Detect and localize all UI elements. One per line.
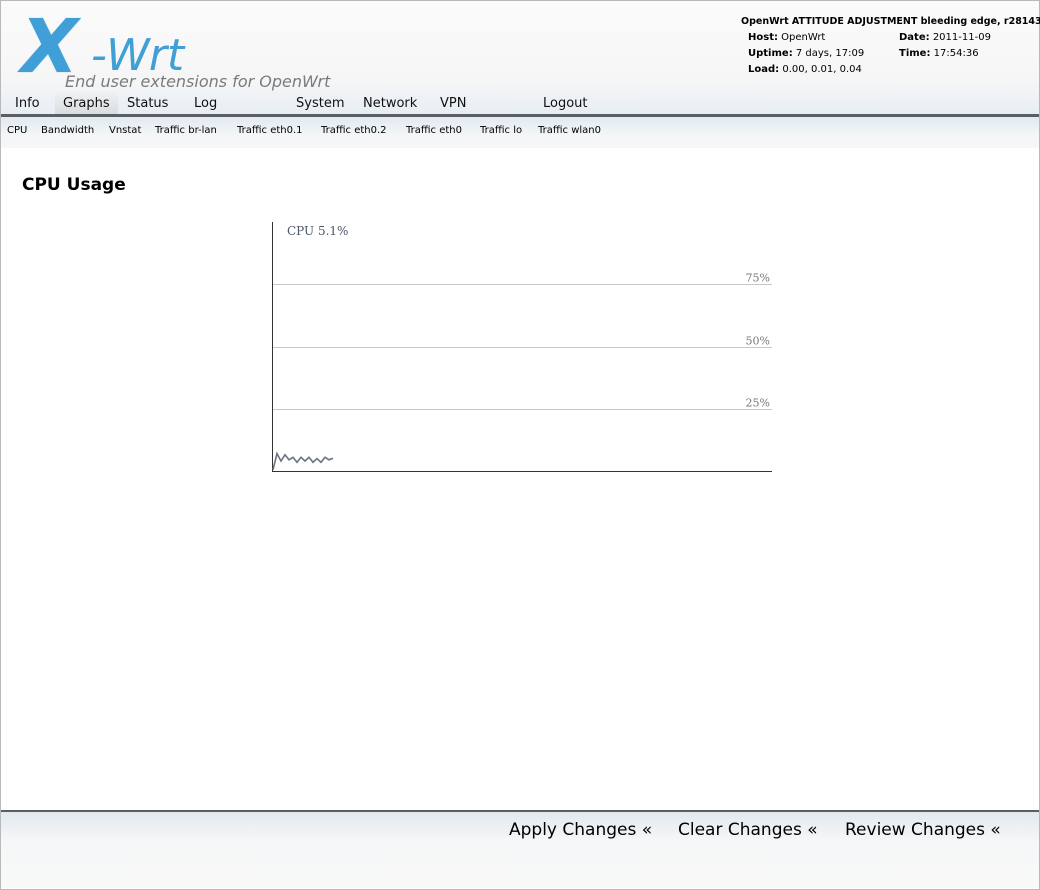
y-tick-label-75: 75% xyxy=(746,272,770,285)
subnav-cpu[interactable]: CPU xyxy=(7,125,27,136)
cpu-chart: CPU 5.1% 25% 50% 75% xyxy=(265,215,780,480)
footer: Apply Changes « Clear Changes « Review C… xyxy=(1,812,1039,888)
review-changes-link[interactable]: Review Changes « xyxy=(845,820,1001,840)
subnav-traffic-wlan0[interactable]: Traffic wlan0 xyxy=(538,125,601,136)
uptime-label: Uptime: xyxy=(748,48,793,59)
time-label: Time: xyxy=(899,48,931,59)
main-nav: Info Graphs Status Log System Network VP… xyxy=(1,93,1039,115)
nav-status[interactable]: Status xyxy=(119,93,176,114)
load-label: Load: xyxy=(748,64,780,75)
system-info-panel: OpenWrt ATTITUDE ADJUSTMENT bleeding edg… xyxy=(741,14,1040,78)
sub-nav: CPU Bandwidth Vnstat Traffic br-lan Traf… xyxy=(1,117,1039,148)
logo-tagline: End user extensions for OpenWrt xyxy=(65,72,331,91)
cpu-series-line xyxy=(272,451,334,470)
host-value: OpenWrt xyxy=(781,32,826,43)
host-label: Host: xyxy=(748,32,778,43)
chart-title: CPU 5.1% xyxy=(287,224,348,238)
clear-changes-link[interactable]: Clear Changes « xyxy=(678,820,818,840)
time-value: 17:54:36 xyxy=(933,48,979,59)
subnav-vnstat[interactable]: Vnstat xyxy=(109,125,141,136)
nav-system[interactable]: System xyxy=(288,93,352,114)
nav-logout[interactable]: Logout xyxy=(535,93,596,114)
nav-network[interactable]: Network xyxy=(355,93,425,114)
x-wrt-logo[interactable]: X -Wrt End user extensions for OpenWrt xyxy=(21,9,361,93)
subnav-traffic-eth0-2[interactable]: Traffic eth0.2 xyxy=(321,125,387,136)
date-label: Date: xyxy=(899,32,930,43)
nav-graphs[interactable]: Graphs xyxy=(55,93,118,114)
date-value: 2011-11-09 xyxy=(932,32,991,43)
cpu-chart-svg: CPU 5.1% 25% 50% 75% xyxy=(272,222,772,472)
subnav-traffic-br-lan[interactable]: Traffic br-lan xyxy=(155,125,217,136)
subnav-traffic-lo[interactable]: Traffic lo xyxy=(480,125,522,136)
firmware-version: OpenWrt ATTITUDE ADJUSTMENT bleeding edg… xyxy=(741,16,1040,27)
apply-changes-link[interactable]: Apply Changes « xyxy=(509,820,652,840)
load-value: 0.00, 0.01, 0.04 xyxy=(782,64,862,75)
uptime-value: 7 days, 17:09 xyxy=(795,48,865,59)
subnav-traffic-eth0-1[interactable]: Traffic eth0.1 xyxy=(237,125,303,136)
subnav-bandwidth[interactable]: Bandwidth xyxy=(41,125,94,136)
y-tick-label-50: 50% xyxy=(746,335,770,348)
subnav-traffic-eth0[interactable]: Traffic eth0 xyxy=(406,125,462,136)
nav-vpn[interactable]: VPN xyxy=(432,93,474,114)
nav-info[interactable]: Info xyxy=(7,93,48,114)
nav-log[interactable]: Log xyxy=(186,93,225,114)
page-title: CPU Usage xyxy=(22,175,126,195)
y-tick-label-25: 25% xyxy=(746,397,770,410)
